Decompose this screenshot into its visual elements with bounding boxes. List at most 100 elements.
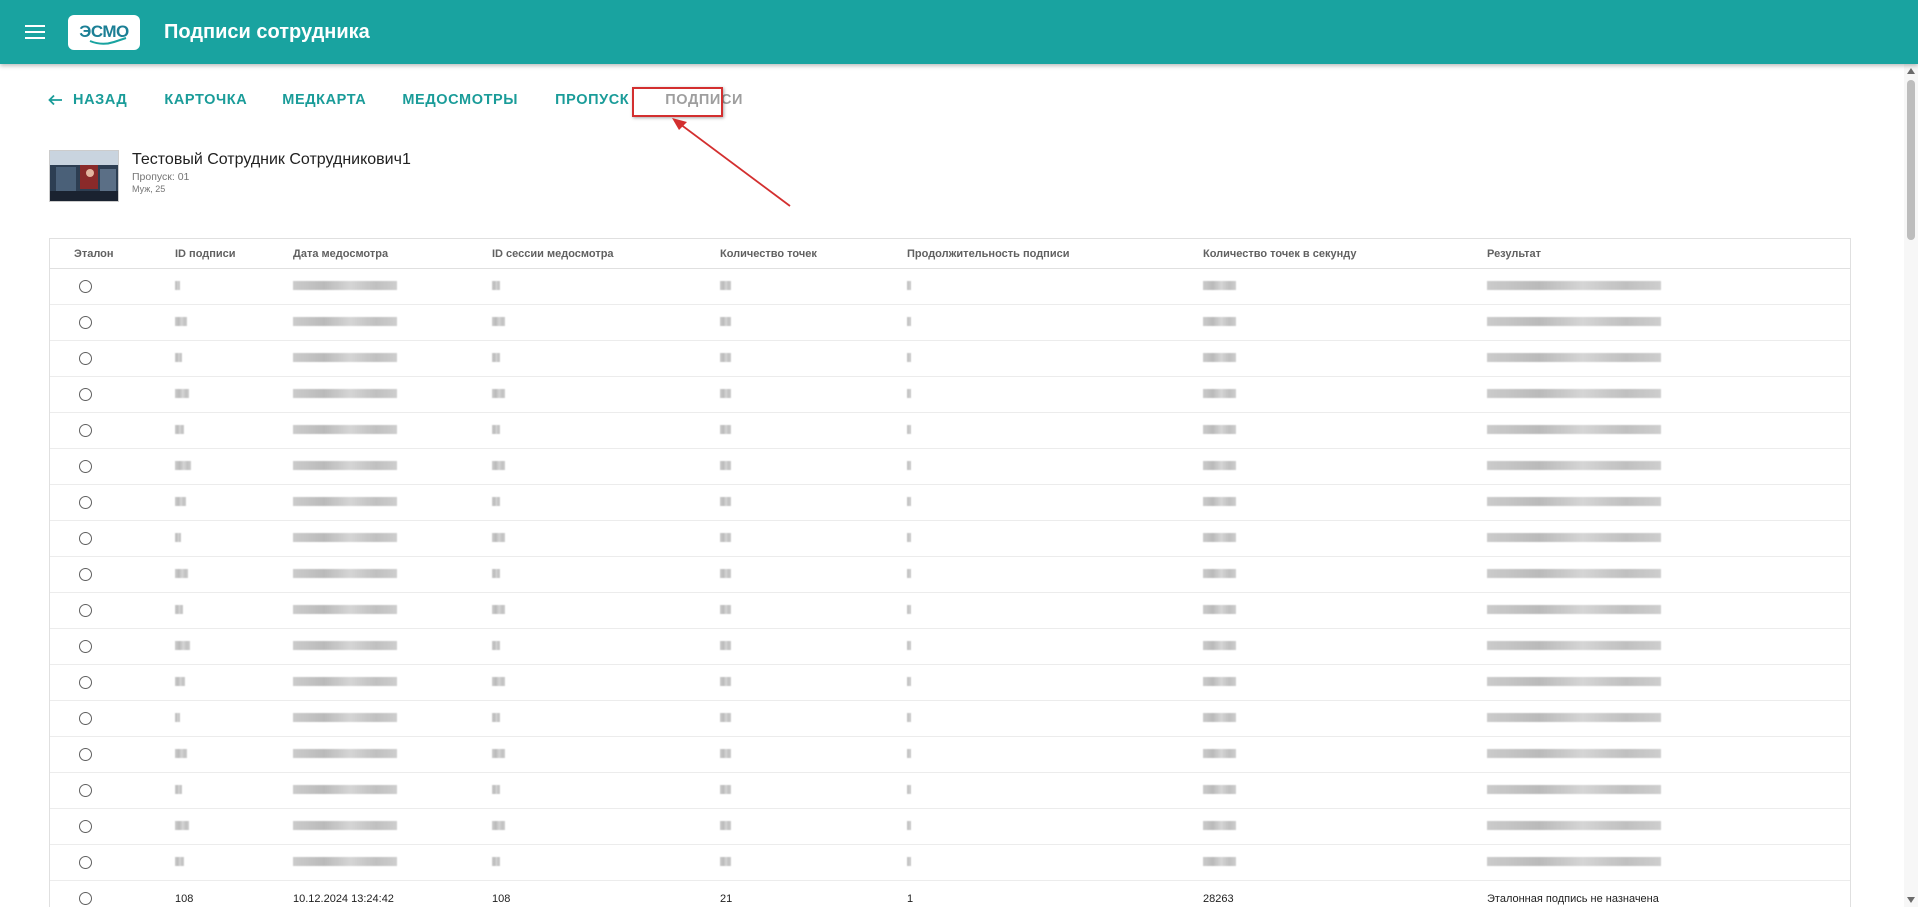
redacted-cell	[293, 352, 492, 365]
employee-name: Тестовый Сотрудник Сотрудникович1	[132, 151, 411, 168]
etalon-radio[interactable]	[79, 820, 92, 833]
redacted-cell	[907, 676, 1203, 689]
redacted-cell	[175, 676, 293, 689]
tab-medexams[interactable]: МЕДОСМОТРЫ	[402, 92, 518, 108]
redacted-cell	[907, 460, 1203, 473]
redacted-cell	[492, 496, 720, 509]
redacted-cell	[492, 640, 720, 653]
etalon-radio[interactable]	[79, 748, 92, 761]
redacted-cell	[492, 568, 720, 581]
redacted-cell	[1203, 568, 1487, 581]
redacted-cell	[1203, 316, 1487, 329]
redacted-cell	[293, 280, 492, 293]
redacted-cell	[720, 496, 907, 509]
table-row	[50, 665, 1850, 701]
redacted-cell	[1487, 424, 1847, 437]
column-header[interactable]: Дата медосмотра	[293, 248, 492, 260]
table-row	[50, 449, 1850, 485]
etalon-radio[interactable]	[79, 460, 92, 473]
back-button[interactable]: НАЗАД	[48, 92, 127, 108]
etalon-radio[interactable]	[79, 604, 92, 617]
etalon-radio[interactable]	[79, 784, 92, 797]
column-header[interactable]: Количество точек в секунду	[1203, 248, 1487, 260]
etalon-radio[interactable]	[79, 712, 92, 725]
redacted-cell	[907, 352, 1203, 365]
redacted-cell	[293, 820, 492, 833]
redacted-cell	[1487, 676, 1847, 689]
redacted-cell	[492, 388, 720, 401]
table-row	[50, 701, 1850, 737]
hamburger-menu-icon	[25, 25, 45, 39]
column-header[interactable]: Продолжительность подписи	[907, 248, 1203, 260]
table-row	[50, 305, 1850, 341]
redacted-cell	[1487, 388, 1847, 401]
table-row	[50, 737, 1850, 773]
redacted-cell	[175, 640, 293, 653]
redacted-cell	[492, 784, 720, 797]
redacted-cell	[1203, 676, 1487, 689]
table-row	[50, 593, 1850, 629]
page-scrollbar[interactable]	[1904, 64, 1918, 907]
redacted-cell	[720, 388, 907, 401]
redacted-cell	[293, 748, 492, 761]
tab-signatures[interactable]: ПОДПИСИ	[665, 92, 743, 108]
table-row	[50, 413, 1850, 449]
column-header[interactable]: Количество точек	[720, 248, 907, 260]
etalon-radio[interactable]	[79, 568, 92, 581]
app-logo[interactable]: ЭСМО	[68, 14, 140, 50]
redacted-cell	[175, 280, 293, 293]
tab-card[interactable]: КАРТОЧКА	[164, 92, 247, 108]
redacted-cell	[720, 532, 907, 545]
redacted-cell	[492, 604, 720, 617]
redacted-cell	[720, 856, 907, 869]
column-header[interactable]: ID подписи	[175, 248, 293, 260]
redacted-cell	[1487, 640, 1847, 653]
employee-meta: Муж, 25	[132, 184, 166, 194]
redacted-cell	[293, 856, 492, 869]
redacted-cell	[175, 856, 293, 869]
redacted-cell	[293, 676, 492, 689]
etalon-radio[interactable]	[79, 676, 92, 689]
redacted-cell	[1487, 748, 1847, 761]
redacted-cell	[492, 676, 720, 689]
annotation-arrow	[672, 118, 791, 207]
redacted-cell	[175, 784, 293, 797]
redacted-cell	[293, 568, 492, 581]
table-row	[50, 341, 1850, 377]
points-count: 21	[720, 892, 733, 905]
redacted-cell	[1203, 496, 1487, 509]
redacted-cell	[175, 712, 293, 725]
etalon-radio[interactable]	[79, 280, 92, 293]
redacted-cell	[492, 712, 720, 725]
tab-medcard[interactable]: МЕДКАРТА	[282, 92, 366, 108]
etalon-radio[interactable]	[79, 892, 92, 905]
etalon-radio[interactable]	[79, 640, 92, 653]
redacted-cell	[175, 424, 293, 437]
redacted-cell	[1203, 388, 1487, 401]
redacted-cell	[1487, 604, 1847, 617]
redacted-cell	[492, 856, 720, 869]
table-row	[50, 629, 1850, 665]
redacted-cell	[1487, 784, 1847, 797]
redacted-cell	[1203, 748, 1487, 761]
redacted-cell	[492, 352, 720, 365]
tab-pass[interactable]: ПРОПУСК	[555, 92, 629, 108]
etalon-radio[interactable]	[79, 856, 92, 869]
etalon-radio[interactable]	[79, 496, 92, 509]
scroll-down-icon[interactable]	[1907, 897, 1915, 903]
menu-button[interactable]	[18, 15, 52, 49]
scroll-thumb[interactable]	[1907, 80, 1915, 240]
redacted-cell	[907, 496, 1203, 509]
scroll-up-icon[interactable]	[1907, 68, 1915, 74]
column-header[interactable]: Результат	[1487, 248, 1847, 260]
exam-date: 10.12.2024 13:24:42	[293, 892, 394, 905]
etalon-radio[interactable]	[79, 424, 92, 437]
etalon-radio[interactable]	[79, 352, 92, 365]
redacted-cell	[492, 424, 720, 437]
column-header[interactable]: Эталон	[50, 248, 175, 260]
etalon-radio[interactable]	[79, 388, 92, 401]
etalon-radio[interactable]	[79, 532, 92, 545]
column-header[interactable]: ID сессии медосмотра	[492, 248, 720, 260]
redacted-cell	[175, 748, 293, 761]
etalon-radio[interactable]	[79, 316, 92, 329]
